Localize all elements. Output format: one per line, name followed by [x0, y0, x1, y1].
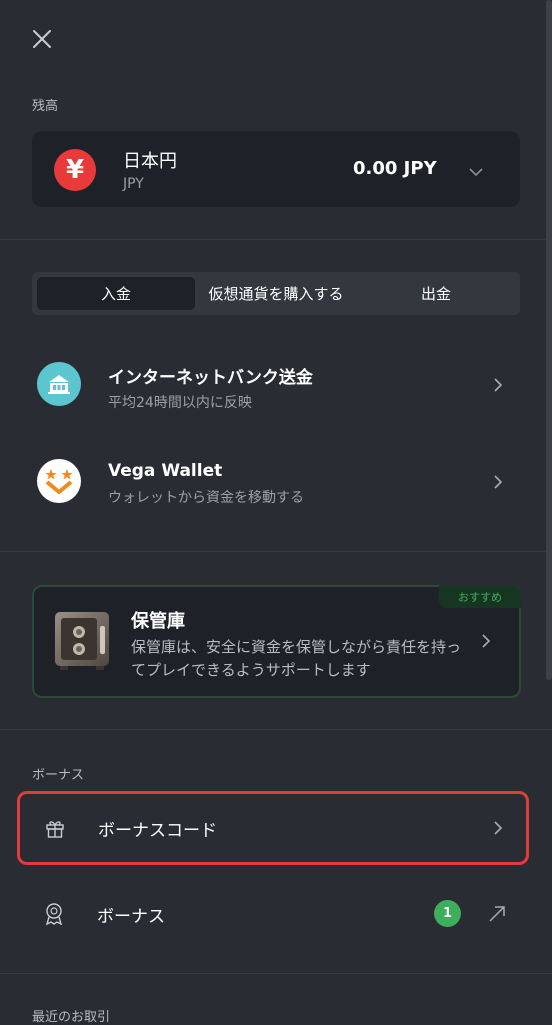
divider	[0, 973, 552, 974]
currency-name: 日本円	[123, 151, 177, 172]
bank-icon	[37, 362, 81, 406]
safe-icon	[52, 608, 112, 676]
chevron-right-icon	[481, 633, 491, 649]
divider	[0, 729, 552, 730]
divider	[0, 239, 552, 240]
bonus-label: ボーナス	[97, 907, 165, 927]
method-title: インターネットバンク送金	[108, 368, 313, 388]
vault-description: 保管庫は、安全に資金を保管しながら責任を持ってプレイできるようサポートします	[131, 638, 462, 679]
bonus-count-badge: 1	[434, 900, 461, 927]
external-link-arrow-icon	[488, 905, 506, 927]
chevron-right-icon	[493, 377, 503, 393]
bonus-code-label: ボーナスコード	[98, 821, 217, 841]
tab-deposit[interactable]: 入金	[37, 277, 195, 310]
chevron-right-icon	[493, 474, 503, 490]
recommended-badge: おすすめ	[439, 585, 521, 608]
chevron-right-icon	[493, 820, 503, 836]
scrollbar[interactable]	[546, 0, 552, 680]
close-icon[interactable]	[31, 28, 53, 50]
bonus-row[interactable]: ボーナス 1	[0, 878, 552, 950]
recent-transactions-label: 最近のお取引	[32, 1010, 111, 1025]
tab-withdraw[interactable]: 出金	[357, 277, 515, 310]
method-internet-bank[interactable]: インターネットバンク送金 平均24時間以内に反映	[0, 340, 552, 430]
divider	[0, 551, 552, 552]
yen-icon: ¥	[54, 149, 96, 191]
balance-amount: 0.00 JPY	[353, 158, 437, 179]
bonus-section-label: ボーナス	[32, 768, 85, 783]
payment-tabs: 入金 仮想通貨を購入する 出金	[32, 272, 520, 315]
method-vega-wallet[interactable]: Vega Wallet ウォレットから資金を移動する	[0, 437, 552, 527]
vega-wallet-icon	[37, 459, 81, 503]
chevron-down-icon	[469, 162, 483, 181]
gift-icon	[44, 817, 66, 843]
balance-label: 残高	[32, 99, 59, 114]
method-title: Vega Wallet	[108, 461, 223, 481]
method-subtitle: 平均24時間以内に反映	[108, 395, 252, 411]
currency-code: JPY	[123, 176, 144, 192]
currency-selector[interactable]: ¥ 日本円 JPY 0.00 JPY	[32, 131, 520, 207]
vault-title: 保管庫	[131, 611, 185, 632]
method-subtitle: ウォレットから資金を移動する	[108, 490, 304, 506]
vault-card[interactable]: おすすめ 保管庫 保管庫は、安全に資金を保管しながら責任を持ってプレイできるよう…	[32, 585, 521, 698]
bonus-code-row[interactable]: ボーナスコード	[17, 791, 529, 865]
tab-buy-crypto[interactable]: 仮想通貨を購入する	[195, 277, 357, 310]
award-icon	[43, 902, 65, 930]
